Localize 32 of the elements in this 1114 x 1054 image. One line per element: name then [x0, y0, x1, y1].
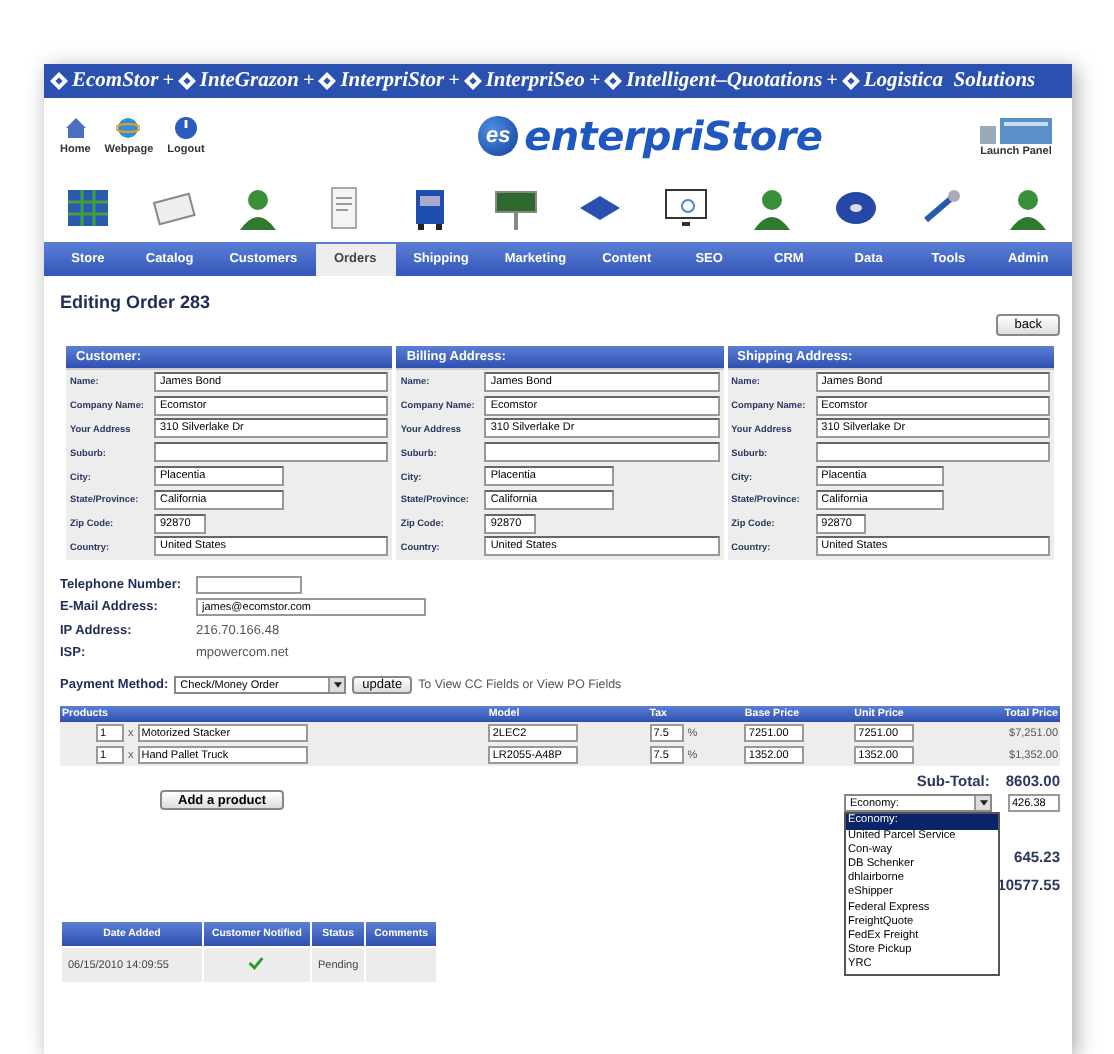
server-icon: [976, 114, 1056, 146]
house-icon: [63, 116, 88, 140]
globe-icon: [116, 116, 141, 140]
brand-icon: [463, 72, 482, 90]
logo-text: enterpriStore: [524, 112, 823, 160]
input-field[interactable]: [815, 442, 1050, 463]
brand-icon: [841, 72, 860, 90]
power-icon: [173, 116, 198, 140]
brand-icon: [318, 72, 337, 90]
logo-mark: es: [478, 116, 519, 156]
plus-separator: +: [303, 70, 315, 92]
brand-name[interactable]: Logistica Solutions: [863, 70, 1036, 92]
brand-name[interactable]: Intelligent–Quotations: [626, 70, 823, 92]
input-field[interactable]: [484, 442, 720, 463]
caret-icon: [333, 682, 342, 689]
brand-name[interactable]: InteGrazon: [199, 70, 299, 92]
plus-separator: +: [448, 70, 460, 92]
plus-separator: +: [162, 70, 174, 92]
brand-name[interactable]: EcomStor: [72, 70, 159, 92]
brand-name[interactable]: InterpriStor: [340, 70, 445, 92]
plus-separator: +: [826, 70, 838, 92]
brand-icon: [604, 72, 623, 90]
input-field[interactable]: [196, 575, 302, 594]
monitor-icon[interactable]: [662, 184, 711, 232]
input-field[interactable]: [154, 442, 389, 463]
plus-separator: +: [588, 70, 601, 92]
page-title: Editing Order 283: [60, 292, 213, 312]
grid-icon[interactable]: [64, 184, 112, 232]
brand-icon: [177, 72, 196, 90]
brand-icon: [50, 72, 68, 90]
caret-icon: [979, 800, 987, 807]
brand-name[interactable]: InterpriSeo: [485, 70, 585, 92]
